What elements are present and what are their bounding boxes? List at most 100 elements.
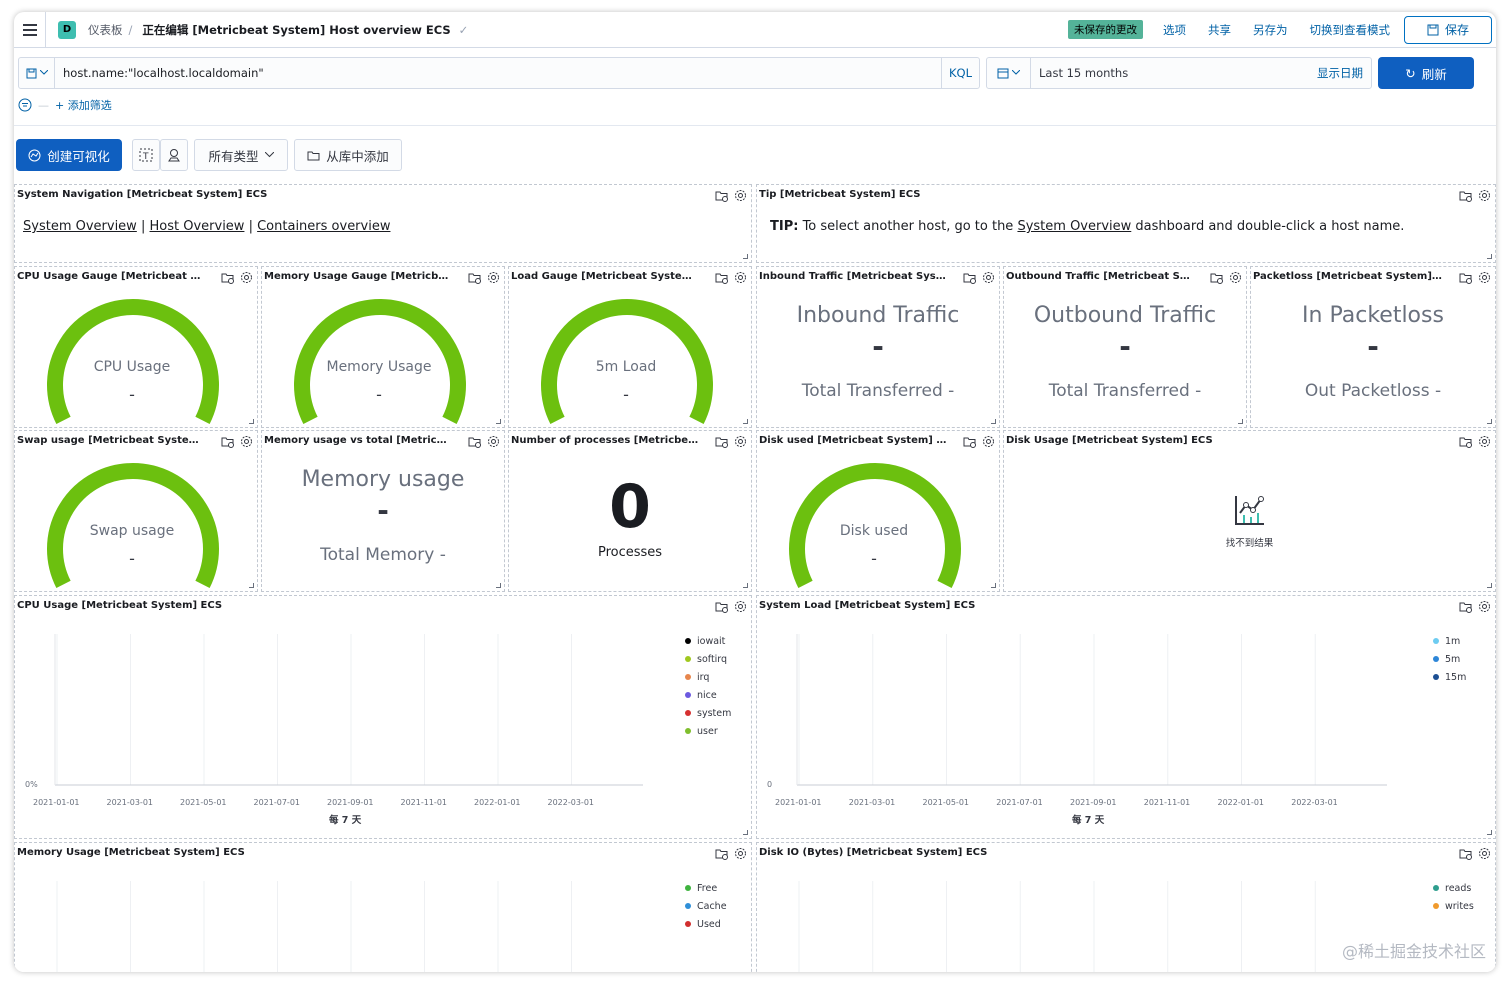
- svg-text:T: T: [142, 152, 149, 162]
- legend-item[interactable]: user: [685, 722, 731, 740]
- panel-menu-icon[interactable]: [468, 433, 481, 452]
- legend-label: Cache: [697, 900, 727, 912]
- add-filter-link[interactable]: + 添加筛选: [55, 97, 112, 113]
- legend-item[interactable]: system: [685, 704, 731, 722]
- legend-item[interactable]: 15m: [1433, 668, 1466, 686]
- resize-handle[interactable]: [496, 583, 501, 588]
- resize-handle[interactable]: [1238, 419, 1243, 424]
- top-header: D 仪表板 / 正在编辑 [Metricbeat System] Host ov…: [14, 12, 1496, 48]
- gear-icon[interactable]: [1478, 269, 1491, 288]
- processes-count: 0: [609, 472, 651, 542]
- options-link[interactable]: 选项: [1163, 22, 1186, 38]
- show-dates-link[interactable]: 显示日期: [1317, 65, 1363, 81]
- y-tick-label: 0: [767, 780, 773, 789]
- x-tick-label: 2022-01-01: [1217, 798, 1265, 807]
- panel-load-gauge: Load Gauge [Metricbeat System] ECS5m Loa…: [508, 266, 752, 428]
- panel-menu-icon[interactable]: [715, 433, 728, 452]
- gauge-label: Swap usage: [89, 523, 175, 539]
- resize-handle[interactable]: [1487, 419, 1492, 424]
- gear-icon[interactable]: [734, 187, 747, 206]
- x-tick-label: 2021-03-01: [106, 798, 154, 807]
- panel-menu-icon[interactable]: [1210, 269, 1223, 288]
- time-range[interactable]: Last 15 months: [1031, 66, 1317, 80]
- save-button[interactable]: 保存: [1404, 15, 1492, 44]
- gear-icon[interactable]: [1478, 433, 1491, 452]
- legend-item[interactable]: 1m: [1433, 632, 1466, 650]
- legend-dot: [685, 710, 691, 716]
- link-host-overview[interactable]: Host Overview: [150, 219, 245, 234]
- view-mode-link[interactable]: 切换到查看模式: [1310, 22, 1391, 38]
- tip-link[interactable]: System Overview: [1017, 219, 1131, 234]
- chart-empty-icon: [1004, 493, 1495, 527]
- legend-dot: [685, 885, 691, 891]
- legend-item[interactable]: Free: [685, 879, 727, 897]
- legend-item[interactable]: Cache: [685, 897, 727, 915]
- panel-menu-icon[interactable]: [1459, 433, 1472, 452]
- gear-icon[interactable]: [1478, 187, 1491, 206]
- query-input-wrap: host.name:"localhost.localdomain" KQL: [18, 57, 980, 89]
- legend-item[interactable]: 5m: [1433, 650, 1466, 668]
- legend-item[interactable]: softirq: [685, 650, 731, 668]
- legend-dot: [685, 638, 691, 644]
- panel-menu-icon[interactable]: [715, 187, 728, 206]
- legend-item[interactable]: Used: [685, 915, 727, 933]
- all-types-dropdown[interactable]: 所有类型: [194, 139, 288, 171]
- panel-title: Inbound Traffic [Metricbeat System] E...: [759, 271, 947, 282]
- legend-item[interactable]: iowait: [685, 632, 731, 650]
- legend-item[interactable]: writes: [1433, 897, 1474, 915]
- legend-label: writes: [1445, 900, 1474, 912]
- tip-text: TIP: To select another host, go to the S…: [770, 219, 1404, 234]
- resize-handle[interactable]: [743, 583, 748, 588]
- legend-dot: [1433, 903, 1439, 909]
- gear-icon[interactable]: [487, 433, 500, 452]
- filter-icon[interactable]: [18, 98, 32, 112]
- menu-icon[interactable]: [14, 12, 46, 48]
- create-visualization-button[interactable]: 创建可视化: [16, 139, 122, 171]
- legend-item[interactable]: irq: [685, 668, 731, 686]
- panel-menu-icon[interactable]: [1459, 187, 1472, 206]
- filter-row: — + 添加筛选: [14, 96, 112, 114]
- chart-legend: iowait softirq irq nice system user: [685, 632, 731, 740]
- share-link[interactable]: 共享: [1208, 22, 1231, 38]
- resize-handle[interactable]: [743, 254, 748, 259]
- panel-menu-icon[interactable]: [963, 269, 976, 288]
- save-as-link[interactable]: 另存为: [1253, 22, 1288, 38]
- gear-icon[interactable]: [734, 433, 747, 452]
- panel-title: System Navigation [Metricbeat System] EC…: [17, 189, 268, 200]
- x-tick-label: 2021-01-01: [33, 798, 80, 807]
- legend-label: 1m: [1445, 635, 1461, 647]
- saved-query-button[interactable]: [19, 58, 55, 88]
- map-pin-icon: [168, 149, 180, 162]
- legend-dot: [685, 656, 691, 662]
- space-avatar[interactable]: D: [58, 20, 76, 39]
- time-picker: Last 15 months 显示日期: [986, 57, 1372, 89]
- y-tick-label: 0%: [25, 780, 38, 789]
- resize-handle[interactable]: [1487, 254, 1492, 259]
- panel-menu-icon[interactable]: [1459, 269, 1472, 288]
- folder-icon: [307, 151, 320, 160]
- gauge-value: -: [129, 385, 135, 404]
- kql-toggle[interactable]: KQL: [941, 58, 979, 88]
- metric-sub: Out Packetloss -: [1304, 381, 1442, 401]
- panel-title: Packetloss [Metricbeat System] ECS: [1253, 271, 1443, 282]
- legend-item[interactable]: reads: [1433, 879, 1474, 897]
- resize-handle[interactable]: [991, 419, 996, 424]
- breadcrumb-root[interactable]: 仪表板: [88, 22, 123, 38]
- refresh-button[interactable]: ↻ 刷新: [1378, 57, 1474, 89]
- link-system-overview[interactable]: System Overview: [23, 219, 137, 234]
- date-quick-button[interactable]: [987, 58, 1031, 88]
- chevron-down-icon: [1012, 70, 1020, 75]
- panel-actions: [1459, 187, 1491, 206]
- search-input[interactable]: host.name:"localhost.localdomain": [55, 66, 941, 80]
- resize-handle[interactable]: [1487, 583, 1492, 588]
- link-containers-overview[interactable]: Containers overview: [257, 219, 390, 234]
- legend-item[interactable]: nice: [685, 686, 731, 704]
- processes-label: Processes: [597, 545, 663, 560]
- maps-button[interactable]: [160, 139, 188, 171]
- gauge-wrap: Swap usage -: [15, 431, 257, 591]
- gear-icon[interactable]: [982, 269, 995, 288]
- markdown-button[interactable]: T: [132, 139, 160, 171]
- gear-icon[interactable]: [1229, 269, 1242, 288]
- add-from-library-button[interactable]: 从库中添加: [294, 139, 402, 171]
- x-tick-label: 2021-09-01: [327, 798, 374, 807]
